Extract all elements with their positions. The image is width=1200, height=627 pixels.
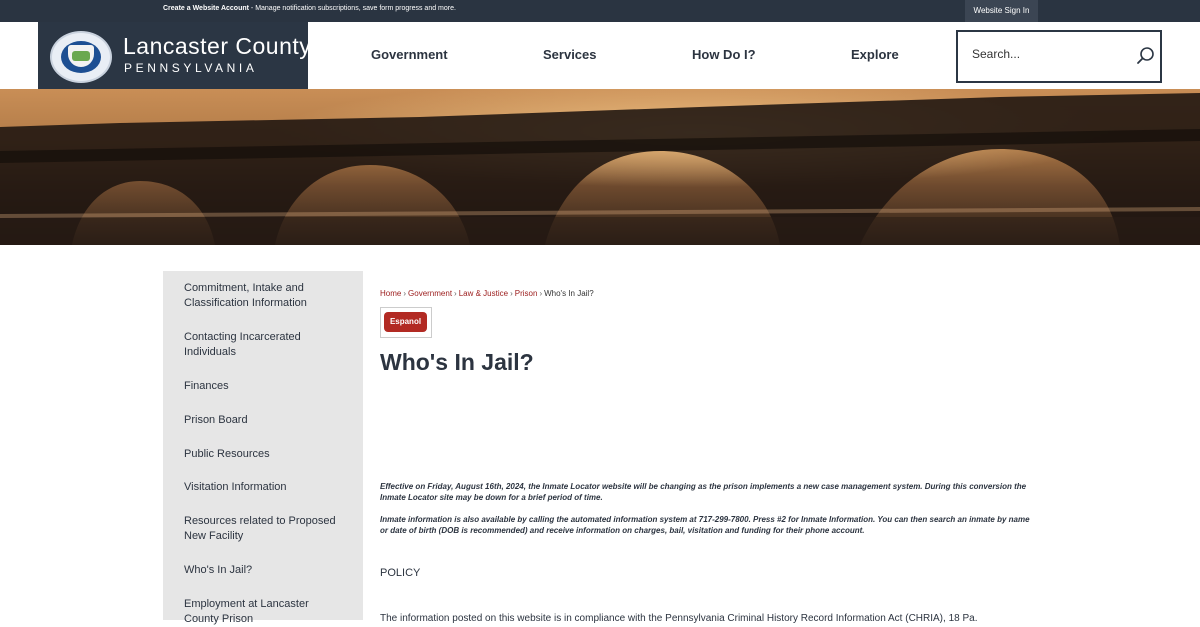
search-input[interactable] xyxy=(970,46,1124,62)
create-account-link[interactable]: Create a Website Account xyxy=(163,5,249,12)
utility-bar: Create a Website Account - Manage notifi… xyxy=(0,0,1200,22)
breadcrumb-prison[interactable]: Prison xyxy=(515,289,538,298)
hero-banner-image xyxy=(0,89,1200,245)
county-seal-icon xyxy=(50,31,112,83)
breadcrumb-law-justice[interactable]: Law & Justice xyxy=(459,289,508,298)
nav-how-do-i[interactable]: How Do I? xyxy=(692,47,756,62)
sidebar-item-contacting[interactable]: Contacting Incarcerated Individuals xyxy=(184,330,344,360)
sidebar-item-public-resources[interactable]: Public Resources xyxy=(184,447,344,462)
breadcrumb: Home › Government › Law & Justice › Prison › Who… xyxy=(380,289,594,298)
espanol-button[interactable]: Espanol xyxy=(384,312,427,332)
create-account-desc: - Manage notification subscriptions, sav… xyxy=(248,5,456,12)
website-sign-in-button[interactable]: Website Sign In xyxy=(965,0,1038,22)
espanol-button-frame: Espanol xyxy=(380,307,432,338)
policy-paragraph: The information posted on this website i… xyxy=(380,613,978,624)
nav-services[interactable]: Services xyxy=(543,47,597,62)
main-content: Home › Government › Law & Justice › Prison › Who… xyxy=(380,271,1030,624)
sidebar-item-finances[interactable]: Finances xyxy=(184,379,344,394)
sidebar-item-whos-in-jail[interactable]: Who's In Jail? xyxy=(184,563,344,578)
breadcrumb-government[interactable]: Government xyxy=(408,289,452,298)
logo-name: Lancaster County xyxy=(123,33,312,59)
site-logo[interactable]: Lancaster County PENNSYLVANIA xyxy=(38,22,312,89)
sidebar-item-new-facility[interactable]: Resources related to Proposed New Facili… xyxy=(184,514,344,544)
search-box xyxy=(956,30,1162,83)
create-account-text: Create a Website Account - Manage notifi… xyxy=(163,5,456,12)
bridge-silhouette xyxy=(0,89,1200,245)
breadcrumb-home[interactable]: Home xyxy=(380,289,401,298)
sidebar-item-prison-board[interactable]: Prison Board xyxy=(184,413,344,428)
phone-info-notice: Inmate information is also available by … xyxy=(380,515,1030,535)
logo-state: PENNSYLVANIA xyxy=(124,61,258,75)
nav-explore[interactable]: Explore xyxy=(851,47,899,62)
policy-heading: POLICY xyxy=(380,567,421,579)
magnifier-icon[interactable] xyxy=(1136,46,1156,66)
nav-government[interactable]: Government xyxy=(371,47,448,62)
page-title: Who's In Jail? xyxy=(380,349,534,375)
sidebar-item-commitment[interactable]: Commitment, Intake and Classification In… xyxy=(184,281,344,311)
breadcrumb-current: Who's In Jail? xyxy=(544,289,594,298)
locator-notice: Effective on Friday, August 16th, 2024, … xyxy=(380,482,1027,502)
sidebar-item-employment[interactable]: Employment at Lancaster County Prison xyxy=(184,597,344,627)
sidebar-item-visitation[interactable]: Visitation Information xyxy=(184,480,344,495)
sidebar-nav: Commitment, Intake and Classification In… xyxy=(163,271,363,625)
